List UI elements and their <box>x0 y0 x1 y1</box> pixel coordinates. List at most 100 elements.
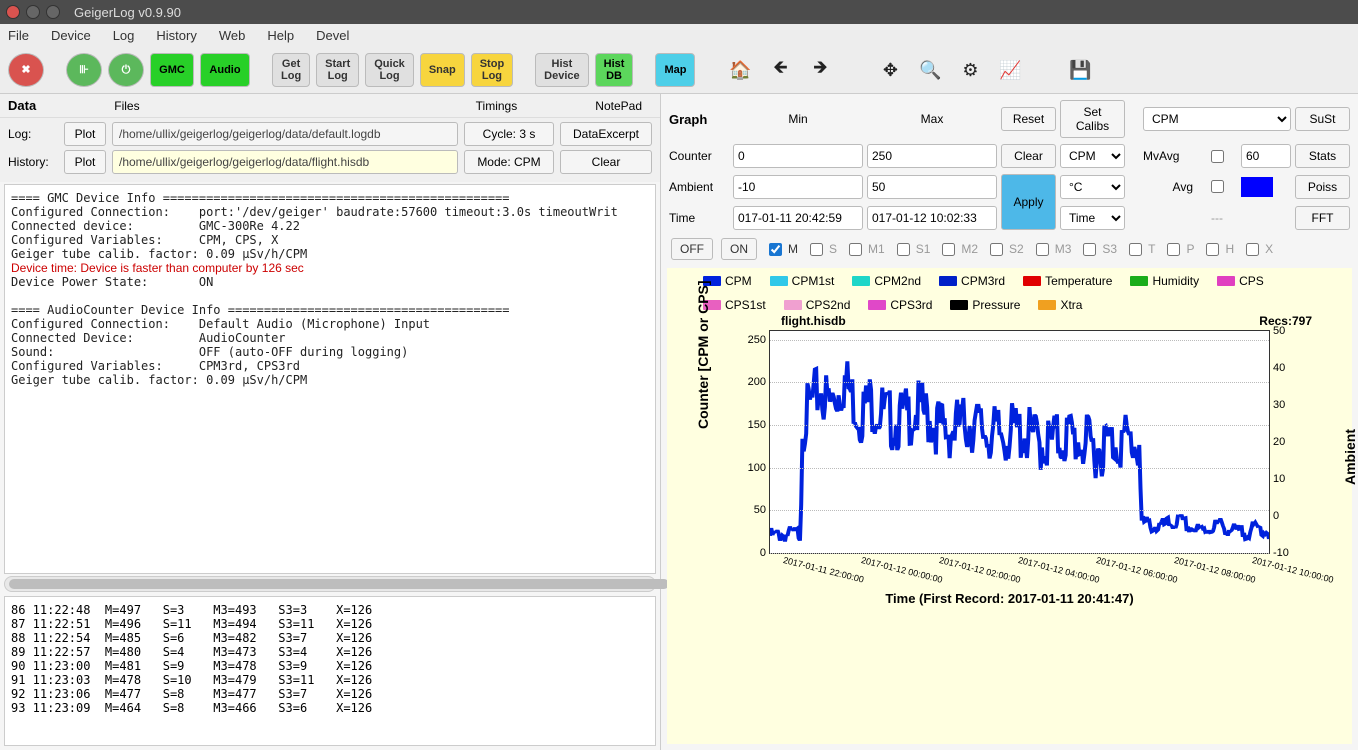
zoom-icon[interactable]: 🔍 <box>919 59 941 81</box>
stats-button[interactable]: Stats <box>1295 144 1350 168</box>
cb-m3[interactable] <box>1036 243 1049 256</box>
menu-history[interactable]: History <box>156 28 196 43</box>
max-label: Max <box>867 112 997 126</box>
clear-notepad-button[interactable]: Clear <box>560 150 652 174</box>
log-path-input[interactable]: /home/ullix/geigerlog/geigerlog/data/def… <box>112 122 458 146</box>
stoplog-button[interactable]: Stop Log <box>471 53 513 87</box>
counter-unit-select[interactable]: CPM <box>1060 144 1125 168</box>
cb-s2[interactable] <box>990 243 1003 256</box>
timings-label: Timings <box>476 99 518 113</box>
fft-button[interactable]: FFT <box>1295 206 1350 230</box>
save-icon[interactable]: 💾 <box>1069 59 1091 81</box>
ambient-label: Ambient <box>669 180 729 194</box>
histdb-button[interactable]: Hist DB <box>595 53 634 87</box>
getlog-button[interactable]: Get Log <box>272 53 310 87</box>
cb-m1[interactable] <box>849 243 862 256</box>
x-axis-label: Time (First Record: 2017-01-11 20:41:47) <box>707 591 1312 606</box>
on-button[interactable]: ON <box>721 238 757 260</box>
time-max-input[interactable] <box>867 206 997 230</box>
menu-log[interactable]: Log <box>113 28 135 43</box>
unit-select[interactable]: CPM <box>1143 107 1291 131</box>
cycle-button[interactable]: Cycle: 3 s <box>464 122 554 146</box>
temp-unit-select[interactable]: °C <box>1060 175 1125 199</box>
startlog-button[interactable]: Start Log <box>316 53 359 87</box>
menu-device[interactable]: Device <box>51 28 91 43</box>
sust-button[interactable]: SuSt <box>1295 107 1350 131</box>
window-close-icon[interactable] <box>6 5 20 19</box>
chart-area: CPMCPM1stCPM2ndCPM3rdTemperatureHumidity… <box>667 268 1352 744</box>
chart-title: flight.hisdb <box>781 314 846 328</box>
plot-hist-button[interactable]: Plot <box>64 150 106 174</box>
cb-m[interactable] <box>769 243 782 256</box>
chart-icon[interactable]: 📈 <box>999 59 1021 81</box>
setcalibs-button[interactable]: Set Calibs <box>1060 100 1125 138</box>
window-title: GeigerLog v0.9.90 <box>74 5 181 20</box>
apply-button[interactable]: Apply <box>1001 174 1056 230</box>
map-button[interactable]: Map <box>655 53 695 87</box>
window-min-icon[interactable] <box>26 5 40 19</box>
close-button[interactable]: ✖ <box>8 53 44 87</box>
counter-max-input[interactable] <box>867 144 997 168</box>
home-icon[interactable]: 🏠 <box>729 59 751 81</box>
horizontal-scrollbar[interactable] <box>4 576 656 592</box>
chart-recs: Recs:797 <box>1259 314 1312 328</box>
menu-help[interactable]: Help <box>267 28 294 43</box>
mvavg-input[interactable] <box>1241 144 1291 168</box>
cb-h[interactable] <box>1206 243 1219 256</box>
chart-legend: CPMCPM1stCPM2ndCPM3rdTemperatureHumidity… <box>673 274 1346 316</box>
log-label: Log: <box>8 127 58 141</box>
ambient-min-input[interactable] <box>733 175 863 199</box>
window-max-icon[interactable] <box>46 5 60 19</box>
menu-devel[interactable]: Devel <box>316 28 349 43</box>
avg-checkbox[interactable] <box>1201 180 1234 193</box>
counter-label: Counter <box>669 149 729 163</box>
forward-icon[interactable]: 🡺 <box>809 59 831 81</box>
time-select[interactable]: Time <box>1060 206 1125 230</box>
y2-axis-label: Ambient <box>1342 429 1358 485</box>
menu-web[interactable]: Web <box>219 28 246 43</box>
hist-path-input[interactable]: /home/ullix/geigerlog/geigerlog/data/fli… <box>112 150 458 174</box>
min-label: Min <box>733 112 863 126</box>
toolbar: ✖ ⊪ ⏻ GMC Audio Get Log Start Log Quick … <box>0 47 1358 94</box>
dataexcerpt-button[interactable]: DataExcerpt <box>560 122 652 146</box>
y-axis-label: Counter [CPM or CPS] <box>695 280 711 429</box>
off-button[interactable]: OFF <box>671 238 713 260</box>
power-button[interactable]: ⏻ <box>108 53 144 87</box>
data-label: Data <box>8 98 36 113</box>
graph-label: Graph <box>669 112 729 127</box>
quicklog-button[interactable]: Quick Log <box>365 53 414 87</box>
cb-p[interactable] <box>1167 243 1180 256</box>
settings-icon[interactable]: ⚙ <box>959 59 981 81</box>
cb-t[interactable] <box>1129 243 1142 256</box>
ambient-max-input[interactable] <box>867 175 997 199</box>
gmc-button[interactable]: GMC <box>150 53 194 87</box>
mvavg-checkbox[interactable] <box>1201 150 1234 163</box>
menu-file[interactable]: File <box>8 28 29 43</box>
connect-button[interactable]: ⊪ <box>66 53 102 87</box>
reset-button[interactable]: Reset <box>1001 107 1056 131</box>
cb-m2[interactable] <box>942 243 955 256</box>
log-data-output: 86 11:22:48 M=497 S=3 M3=493 S3=3 X=126 … <box>4 596 656 746</box>
cb-s1[interactable] <box>897 243 910 256</box>
time-min-input[interactable] <box>733 206 863 230</box>
files-label: Files <box>114 99 139 113</box>
mode-button[interactable]: Mode: CPM <box>464 150 554 174</box>
audio-button[interactable]: Audio <box>200 53 250 87</box>
clear-button[interactable]: Clear <box>1001 144 1056 168</box>
color-swatch[interactable] <box>1241 177 1273 197</box>
histdev-button[interactable]: Hist Device <box>535 53 588 87</box>
cb-s[interactable] <box>810 243 823 256</box>
plot: 050100150200250-10010203040502017-01-11 … <box>769 330 1270 554</box>
back-icon[interactable]: 🡸 <box>769 59 791 81</box>
move-icon[interactable]: ✥ <box>879 59 901 81</box>
cb-s3[interactable] <box>1083 243 1096 256</box>
menubar: File Device Log History Web Help Devel <box>0 24 1358 47</box>
counter-min-input[interactable] <box>733 144 863 168</box>
notepad-label: NotePad <box>595 99 642 113</box>
plot-log-button[interactable]: Plot <box>64 122 106 146</box>
avg-label: Avg <box>1143 180 1193 194</box>
cb-x[interactable] <box>1246 243 1259 256</box>
snap-button[interactable]: Snap <box>420 53 465 87</box>
log-output: ==== GMC Device Info ===================… <box>4 184 656 574</box>
poiss-button[interactable]: Poiss <box>1295 175 1350 199</box>
